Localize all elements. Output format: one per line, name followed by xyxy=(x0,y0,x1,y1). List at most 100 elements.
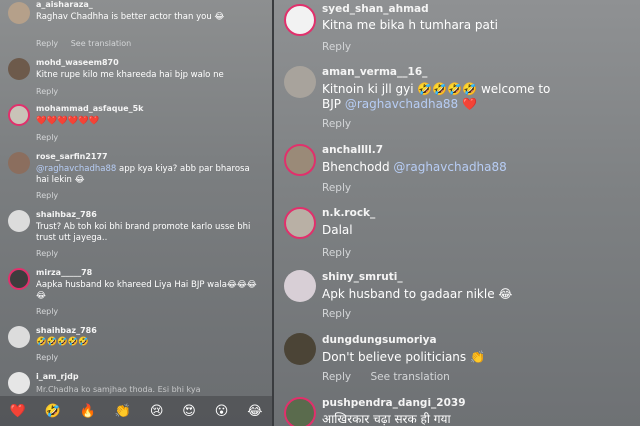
mention-link[interactable]: @raghavchadha88 xyxy=(393,160,506,174)
user-avatar[interactable] xyxy=(8,2,30,24)
comment-item: aman_verma__16_ Kitnoin ki jll gyi 🤣🤣🤣🤣 … xyxy=(274,64,640,134)
comment-meta: Reply xyxy=(36,133,68,142)
reply-button[interactable]: Reply xyxy=(36,191,58,200)
comment-text-line2: BJP @raghavchadha88 ❤️ xyxy=(322,97,622,112)
reply-button[interactable]: Reply xyxy=(322,308,351,320)
comment-username[interactable]: mohammad_asfaque_5k xyxy=(36,104,144,113)
comment-item: shaihbaz_786 Trust? Ab toh koi bhi brand… xyxy=(0,208,274,260)
comment-text: Kitnoin ki jll gyi 🤣🤣🤣🤣 welcome to xyxy=(322,82,551,96)
comment-item: anchallll.7 Bhenchodd @raghavchadha88 Re… xyxy=(274,142,640,198)
wow-emoji-button[interactable]: 😮 xyxy=(215,404,229,419)
comment-text: ❤️❤️❤️❤️❤️❤️ xyxy=(36,116,100,126)
comment-meta: Reply xyxy=(322,308,367,320)
user-avatar[interactable] xyxy=(284,66,316,98)
comment-username[interactable]: n.k.rock_ xyxy=(322,207,375,219)
comment-text: Apk husband to gadaar nikle 😂 xyxy=(322,287,513,301)
user-avatar[interactable] xyxy=(284,4,316,36)
comment-item: rose_sarfin2177 @raghavchadha88 app kya … xyxy=(0,150,274,202)
comment-item: mohammad_asfaque_5k ❤️❤️❤️❤️❤️❤️ Reply xyxy=(0,102,274,146)
comment-meta: Reply See translation xyxy=(36,39,141,48)
comment-text: @raghavchadha88 app kya kiya? abb par bh… xyxy=(36,164,264,186)
comment-item: pushpendra_dangi_2039 आखिरकार चढ़ा सरक ह… xyxy=(274,395,640,426)
comment-username[interactable]: mirza_____78 xyxy=(36,268,92,277)
comment-text: Kitne rupe kilo me khareeda hai bjp walo… xyxy=(36,70,224,80)
reply-button[interactable]: Reply xyxy=(322,118,351,130)
comment-username[interactable]: a_aisharaza_ xyxy=(36,0,93,9)
user-avatar[interactable] xyxy=(8,104,30,126)
see-translation-button[interactable]: See translation xyxy=(370,371,449,383)
reply-button[interactable]: Reply xyxy=(36,39,58,48)
comment-item: i_am_rjdp Mr.Chadha ko samjhao thoda. Es… xyxy=(0,370,274,396)
comment-username[interactable]: mohd_waseem870 xyxy=(36,58,119,67)
user-avatar[interactable] xyxy=(284,397,316,426)
reply-button[interactable]: Reply xyxy=(36,133,58,142)
comment-meta: Reply xyxy=(36,353,68,362)
mention-link[interactable]: @raghavchadha88 xyxy=(345,97,458,111)
emoji-reaction-bar: ❤️ 🤣 🔥 👏 😢 😍 😮 😂 xyxy=(0,396,272,426)
comment-item: shiny_smruti_ Apk husband to gadaar nikl… xyxy=(274,268,640,324)
clap-emoji-button[interactable]: 👏 xyxy=(115,404,131,419)
user-avatar[interactable] xyxy=(284,333,316,365)
comment-username[interactable]: rose_sarfin2177 xyxy=(36,152,108,161)
user-avatar[interactable] xyxy=(284,144,316,176)
reply-button[interactable]: Reply xyxy=(322,247,351,259)
user-avatar[interactable] xyxy=(8,152,30,174)
comment-meta: Reply See translation xyxy=(322,371,466,383)
comment-username[interactable]: shaihbaz_786 xyxy=(36,326,97,335)
comment-text: Don't believe politicians 👏 xyxy=(322,350,485,364)
comment-username[interactable]: shaihbaz_786 xyxy=(36,210,97,219)
reply-button[interactable]: Reply xyxy=(36,87,58,96)
comment-text: Trust? Ab toh koi bhi brand promote karl… xyxy=(36,222,251,243)
user-avatar[interactable] xyxy=(8,268,30,290)
user-avatar[interactable] xyxy=(8,372,30,394)
user-avatar[interactable] xyxy=(8,58,30,80)
comment-item: shaihbaz_786 🤣🤣🤣🤣🤣 Reply xyxy=(0,324,274,364)
comment-username[interactable]: anchallll.7 xyxy=(322,144,383,156)
comment-item: dungdungsumoriya Don't believe politicia… xyxy=(274,331,640,389)
comment-meta: Reply xyxy=(36,191,68,200)
heart-emoji-button[interactable]: ❤️ xyxy=(9,404,25,419)
rofl-emoji-button[interactable]: 🤣 xyxy=(45,404,61,419)
comment-item: mohd_waseem870 Kitne rupe kilo me kharee… xyxy=(0,56,274,100)
comment-text: Raghav Chadhha is better actor than you … xyxy=(36,12,225,22)
comment-item: n.k.rock_ Dalal Reply xyxy=(274,205,640,261)
heart-eyes-emoji-button[interactable]: 😍 xyxy=(182,404,196,419)
user-avatar[interactable] xyxy=(284,207,316,239)
comment-username[interactable]: dungdungsumoriya xyxy=(322,334,437,346)
comment-text: Aapka husband ko khareed Liya Hai BJP wa… xyxy=(36,280,257,301)
comment-meta: Reply xyxy=(322,118,367,130)
comment-meta: Reply xyxy=(322,182,367,194)
comment-meta: Reply xyxy=(36,307,68,316)
user-avatar[interactable] xyxy=(8,210,30,232)
comment-text: Bhenchodd @raghavchadha88 xyxy=(322,160,622,175)
see-translation-button[interactable]: See translation xyxy=(71,39,131,48)
mention-link[interactable]: @raghavchadha88 xyxy=(36,164,116,174)
comment-username[interactable]: i_am_rjdp xyxy=(36,372,79,381)
comment-item: a_aisharaza_ Raghav Chadhha is better ac… xyxy=(0,0,274,48)
cry-emoji-button[interactable]: 😢 xyxy=(150,404,164,419)
comment-text: Dalal xyxy=(322,223,353,237)
reply-button[interactable]: Reply xyxy=(322,41,351,53)
comment-text-body: BJP xyxy=(322,97,345,111)
heart-emoji: ❤️ xyxy=(458,97,477,111)
comment-username[interactable]: shiny_smruti_ xyxy=(322,271,403,283)
reply-button[interactable]: Reply xyxy=(36,307,58,316)
comment-meta: Reply xyxy=(322,41,367,53)
reply-button[interactable]: Reply xyxy=(322,182,351,194)
reply-button[interactable]: Reply xyxy=(322,371,351,383)
comment-text-body: Bhenchodd xyxy=(322,160,394,174)
fire-emoji-button[interactable]: 🔥 xyxy=(80,404,96,419)
user-avatar[interactable] xyxy=(8,326,30,348)
comment-meta: Reply xyxy=(322,247,367,259)
laugh-emoji-button[interactable]: 😂 xyxy=(247,404,262,419)
comment-text: 🤣🤣🤣🤣🤣 xyxy=(36,337,89,347)
comment-text: Mr.Chadha ko samjhao thoda. Esi bhi kya xyxy=(36,385,201,394)
comment-username[interactable]: pushpendra_dangi_2039 xyxy=(322,397,466,409)
comment-username[interactable]: syed_shan_ahmad xyxy=(322,3,429,15)
comment-meta: Reply xyxy=(36,249,68,258)
comment-text: आखिरकार चढ़ा सरक ही गया xyxy=(322,412,451,426)
user-avatar[interactable] xyxy=(284,270,316,302)
reply-button[interactable]: Reply xyxy=(36,353,58,362)
reply-button[interactable]: Reply xyxy=(36,249,58,258)
comment-username[interactable]: aman_verma__16_ xyxy=(322,66,427,78)
